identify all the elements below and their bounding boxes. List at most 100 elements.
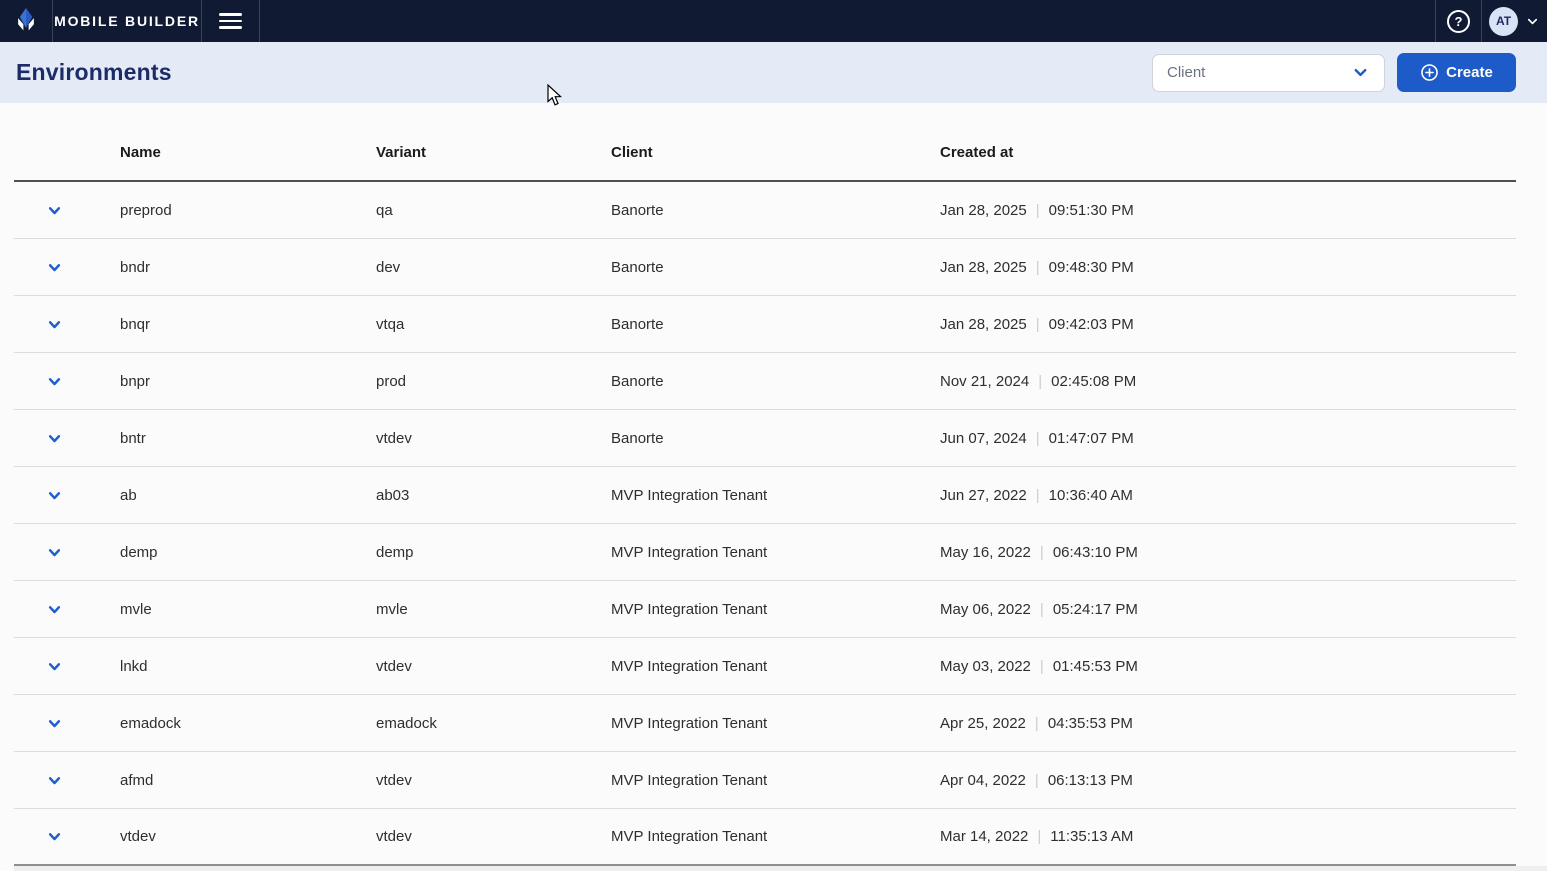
row-created: Apr 04, 2022 | 06:13:13 PM [940,772,1516,789]
row-variant: vtdev [376,430,611,447]
table-row[interactable]: emadock emadock MVP Integration Tenant A… [14,695,1516,752]
row-client: Banorte [611,316,940,333]
date-time-separator: | [1036,316,1040,333]
app-logo[interactable] [0,0,53,42]
row-name: bntr [120,430,376,447]
row-client: MVP Integration Tenant [611,544,940,561]
row-variant: dev [376,259,611,276]
row-created-time: 06:43:10 PM [1053,544,1138,561]
row-name: vtdev [120,828,376,845]
account-menu[interactable]: AT [1482,0,1547,42]
logo-icon [12,5,40,38]
expand-row-button[interactable] [44,770,64,790]
date-time-separator: | [1036,202,1040,219]
environments-table: Name Variant Client Created at preprod q… [14,103,1516,866]
row-created-time: 05:24:17 PM [1053,601,1138,618]
avatar: AT [1489,7,1518,36]
expand-row-button[interactable] [44,599,64,619]
row-name: bndr [120,259,376,276]
topbar-spacer [260,0,1435,42]
row-created: Nov 21, 2024 | 02:45:08 PM [940,373,1516,390]
row-name: ab [120,487,376,504]
table-row[interactable]: vtdev vtdev MVP Integration Tenant Mar 1… [14,809,1516,866]
row-created-time: 01:45:53 PM [1053,658,1138,675]
brand-title: MOBILE BUILDER [54,13,200,29]
row-created: Jun 07, 2024 | 01:47:07 PM [940,430,1516,447]
chevron-down-icon [47,545,62,560]
row-name: bnqr [120,316,376,333]
table-row[interactable]: afmd vtdev MVP Integration Tenant Apr 04… [14,752,1516,809]
date-time-separator: | [1035,772,1039,789]
help-button[interactable]: ? [1435,0,1482,42]
table-body: preprod qa Banorte Jan 28, 2025 | 09:51:… [14,182,1516,866]
row-name: afmd [120,772,376,789]
date-time-separator: | [1036,259,1040,276]
table-row[interactable]: ab ab03 MVP Integration Tenant Jun 27, 2… [14,467,1516,524]
question-circle-icon: ? [1447,10,1470,33]
date-time-separator: | [1040,544,1044,561]
expand-row-button[interactable] [44,485,64,505]
table-row[interactable]: bnqr vtqa Banorte Jan 28, 2025 | 09:42:0… [14,296,1516,353]
row-client: Banorte [611,430,940,447]
hamburger-menu-button[interactable] [202,0,260,42]
row-created-time: 09:42:03 PM [1049,316,1134,333]
row-client: MVP Integration Tenant [611,828,940,845]
expand-row-button[interactable] [44,314,64,334]
row-client: MVP Integration Tenant [611,601,940,618]
expand-row-button[interactable] [44,257,64,277]
row-created-date: Jan 28, 2025 [940,202,1027,219]
expand-row-button[interactable] [44,827,64,847]
row-created-date: Mar 14, 2022 [940,828,1028,845]
chevron-down-icon [1525,14,1540,29]
column-header-created: Created at [940,144,1516,161]
expand-row-button[interactable] [44,713,64,733]
row-created: Jun 27, 2022 | 10:36:40 AM [940,487,1516,504]
row-created-time: 06:13:13 PM [1048,772,1133,789]
row-created-time: 11:35:13 AM [1050,828,1133,845]
expand-row-button[interactable] [44,542,64,562]
chevron-down-icon [47,602,62,617]
row-variant: prod [376,373,611,390]
row-variant: vtdev [376,658,611,675]
row-created-time: 09:51:30 PM [1049,202,1134,219]
expand-row-button[interactable] [44,428,64,448]
table-row[interactable]: mvle mvle MVP Integration Tenant May 06,… [14,581,1516,638]
table-row[interactable]: bntr vtdev Banorte Jun 07, 2024 | 01:47:… [14,410,1516,467]
row-variant: vtdev [376,772,611,789]
chevron-down-icon [47,773,62,788]
chevron-down-icon [47,829,62,844]
brand-section[interactable]: MOBILE BUILDER [53,0,202,42]
row-created-date: Jun 27, 2022 [940,487,1027,504]
table-row[interactable]: lnkd vtdev MVP Integration Tenant May 03… [14,638,1516,695]
row-client: MVP Integration Tenant [611,658,940,675]
date-time-separator: | [1036,430,1040,447]
table-row[interactable]: preprod qa Banorte Jan 28, 2025 | 09:51:… [14,182,1516,239]
table-header-row: Name Variant Client Created at [14,103,1516,182]
expand-row-button[interactable] [44,656,64,676]
table-row[interactable]: bnpr prod Banorte Nov 21, 2024 | 02:45:0… [14,353,1516,410]
client-filter-select[interactable]: Client [1152,54,1385,92]
row-name: preprod [120,202,376,219]
row-name: demp [120,544,376,561]
expand-row-button[interactable] [44,371,64,391]
header-actions: Client Create [1152,53,1516,92]
row-name: mvle [120,601,376,618]
table-row[interactable]: demp demp MVP Integration Tenant May 16,… [14,524,1516,581]
row-created-date: May 03, 2022 [940,658,1031,675]
expand-row-button[interactable] [44,200,64,220]
date-time-separator: | [1037,828,1041,845]
create-button[interactable]: Create [1397,53,1516,92]
row-variant: ab03 [376,487,611,504]
plus-circle-icon [1420,63,1439,82]
column-header-client: Client [611,144,940,161]
row-created: Jan 28, 2025 | 09:48:30 PM [940,259,1516,276]
row-client: Banorte [611,259,940,276]
row-created: May 16, 2022 | 06:43:10 PM [940,544,1516,561]
table-row[interactable]: bndr dev Banorte Jan 28, 2025 | 09:48:30… [14,239,1516,296]
row-name: bnpr [120,373,376,390]
row-created: May 03, 2022 | 01:45:53 PM [940,658,1516,675]
bottom-strip [14,866,1547,871]
row-created-time: 02:45:08 PM [1051,373,1136,390]
row-client: MVP Integration Tenant [611,772,940,789]
date-time-separator: | [1040,601,1044,618]
